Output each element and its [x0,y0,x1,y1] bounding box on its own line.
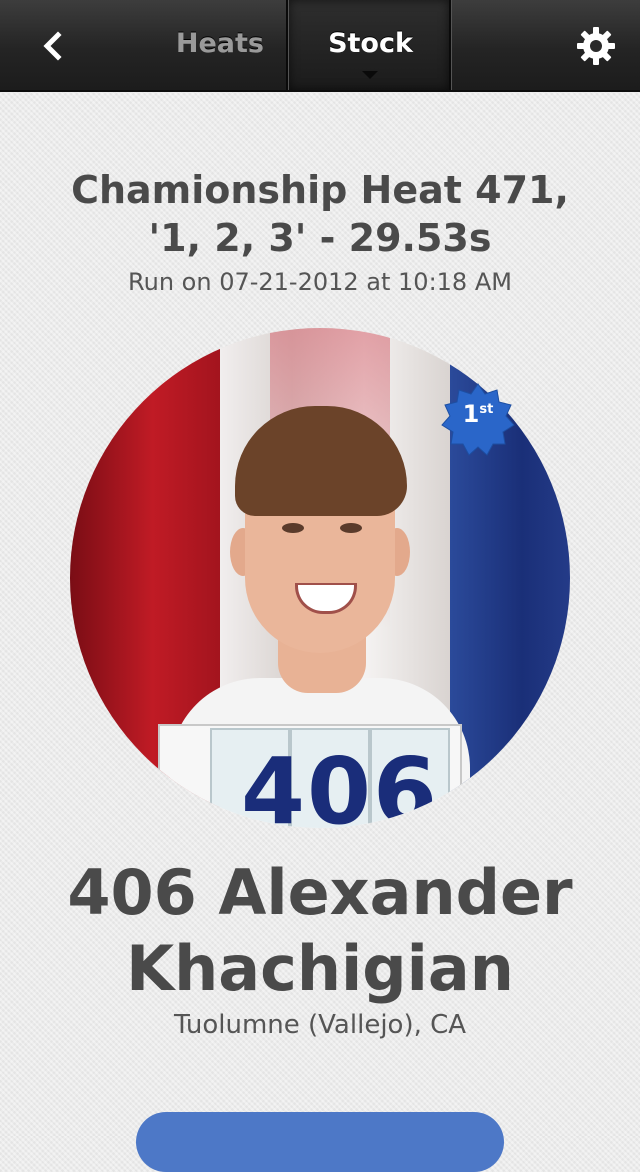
primary-action-button[interactable] [136,1112,504,1172]
dropdown-caret-icon [362,71,378,79]
back-button[interactable] [30,24,74,68]
photo-eye [282,523,304,533]
racer-name-line1: 406 Alexander [67,856,573,929]
settings-button[interactable] [574,24,618,68]
heat-title: Chamionship Heat 471, '1, 2, 3' - 29.53s [40,166,600,262]
photo-bib-number: 406 [240,738,440,828]
gear-icon [577,27,615,65]
chevron-left-icon [43,31,62,61]
racer-name-line2: Khachigian [126,932,514,1005]
place-number: 1 [462,400,480,428]
stock-tab-label[interactable]: Stock [289,28,452,59]
heats-tab-label[interactable]: Heats [176,28,264,59]
heats-segment[interactable]: Heats [0,0,288,90]
settings-segment [451,0,640,90]
top-nav-bar: Heats Stock [0,0,640,92]
heat-title-line2: '1, 2, 3' - 29.53s [148,216,492,260]
racer-name: 406 Alexander Khachigian [30,855,610,1007]
place-suffix: st [479,402,494,417]
photo-eye [340,523,362,533]
run-timestamp: Run on 07-21-2012 at 10:18 AM [128,268,512,296]
heat-title-line1: Chamionship Heat 471, [71,168,569,212]
stock-tab[interactable]: Stock [288,0,451,90]
place-badge-label: 1st [440,400,516,428]
racer-location: Tuolumne (Vallejo), CA [173,1010,467,1040]
